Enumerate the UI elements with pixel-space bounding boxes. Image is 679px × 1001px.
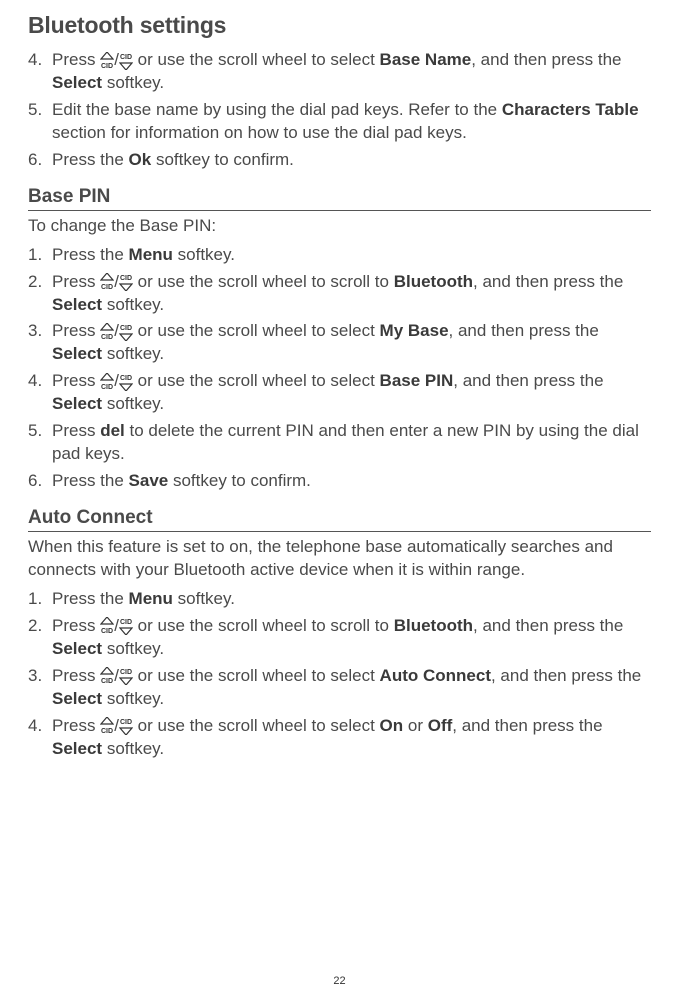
list-item: 5. Edit the base name by using the dial …	[28, 99, 651, 145]
svg-text:CID: CID	[120, 719, 132, 726]
svg-text:CID: CID	[120, 669, 132, 676]
list-item: 3. Press CID/CID or use the scroll wheel…	[28, 320, 651, 366]
list-item: 3. Press CID/CID or use the scroll wheel…	[28, 665, 651, 711]
svg-text:CID: CID	[101, 678, 113, 685]
cid-up-icon: CID	[100, 717, 114, 735]
cid-down-icon: CID	[119, 617, 133, 635]
svg-text:CID: CID	[101, 334, 113, 341]
section-b-list: 1. Press the Menu softkey. 2. Press CID/…	[28, 244, 651, 493]
cid-down-icon: CID	[119, 717, 133, 735]
svg-text:CID: CID	[120, 275, 132, 282]
section-b-heading: Base PIN	[28, 186, 651, 211]
cid-down-icon: CID	[119, 373, 133, 391]
cid-down-icon: CID	[119, 52, 133, 70]
list-item: 4. Press CID/CID or use the scroll wheel…	[28, 370, 651, 416]
cid-up-icon: CID	[100, 52, 114, 70]
page-number: 22	[333, 975, 345, 987]
cid-up-icon: CID	[100, 617, 114, 635]
cid-down-icon: CID	[119, 323, 133, 341]
cid-up-icon: CID	[100, 323, 114, 341]
cid-down-icon: CID	[119, 273, 133, 291]
section-c-intro: When this feature is set to on, the tele…	[28, 536, 651, 582]
list-item: 2. Press CID/CID or use the scroll wheel…	[28, 615, 651, 661]
section-a-list: 4. Press CID/CID or use the scroll wheel…	[28, 49, 651, 172]
cid-up-icon: CID	[100, 373, 114, 391]
list-item: 6. Press the Save softkey to confirm.	[28, 470, 651, 493]
svg-text:CID: CID	[120, 325, 132, 332]
svg-text:CID: CID	[120, 54, 132, 61]
page-title: Bluetooth settings	[28, 12, 651, 39]
section-c-heading: Auto Connect	[28, 507, 651, 532]
svg-text:CID: CID	[101, 284, 113, 291]
list-item: 4. Press CID/CID or use the scroll wheel…	[28, 715, 651, 761]
list-item: 1. Press the Menu softkey.	[28, 588, 651, 611]
section-c-list: 1. Press the Menu softkey. 2. Press CID/…	[28, 588, 651, 761]
list-item: 2. Press CID/CID or use the scroll wheel…	[28, 271, 651, 317]
list-item: 6. Press the Ok softkey to confirm.	[28, 149, 651, 172]
svg-text:CID: CID	[120, 375, 132, 382]
list-item: 5. Press del to delete the current PIN a…	[28, 420, 651, 466]
svg-text:CID: CID	[101, 628, 113, 635]
svg-text:CID: CID	[101, 384, 113, 391]
svg-text:CID: CID	[120, 619, 132, 626]
cid-up-icon: CID	[100, 667, 114, 685]
svg-text:CID: CID	[101, 63, 113, 70]
cid-up-icon: CID	[100, 273, 114, 291]
svg-text:CID: CID	[101, 728, 113, 735]
cid-down-icon: CID	[119, 667, 133, 685]
section-b-intro: To change the Base PIN:	[28, 215, 651, 238]
list-item: 1. Press the Menu softkey.	[28, 244, 651, 267]
list-item: 4. Press CID/CID or use the scroll wheel…	[28, 49, 651, 95]
